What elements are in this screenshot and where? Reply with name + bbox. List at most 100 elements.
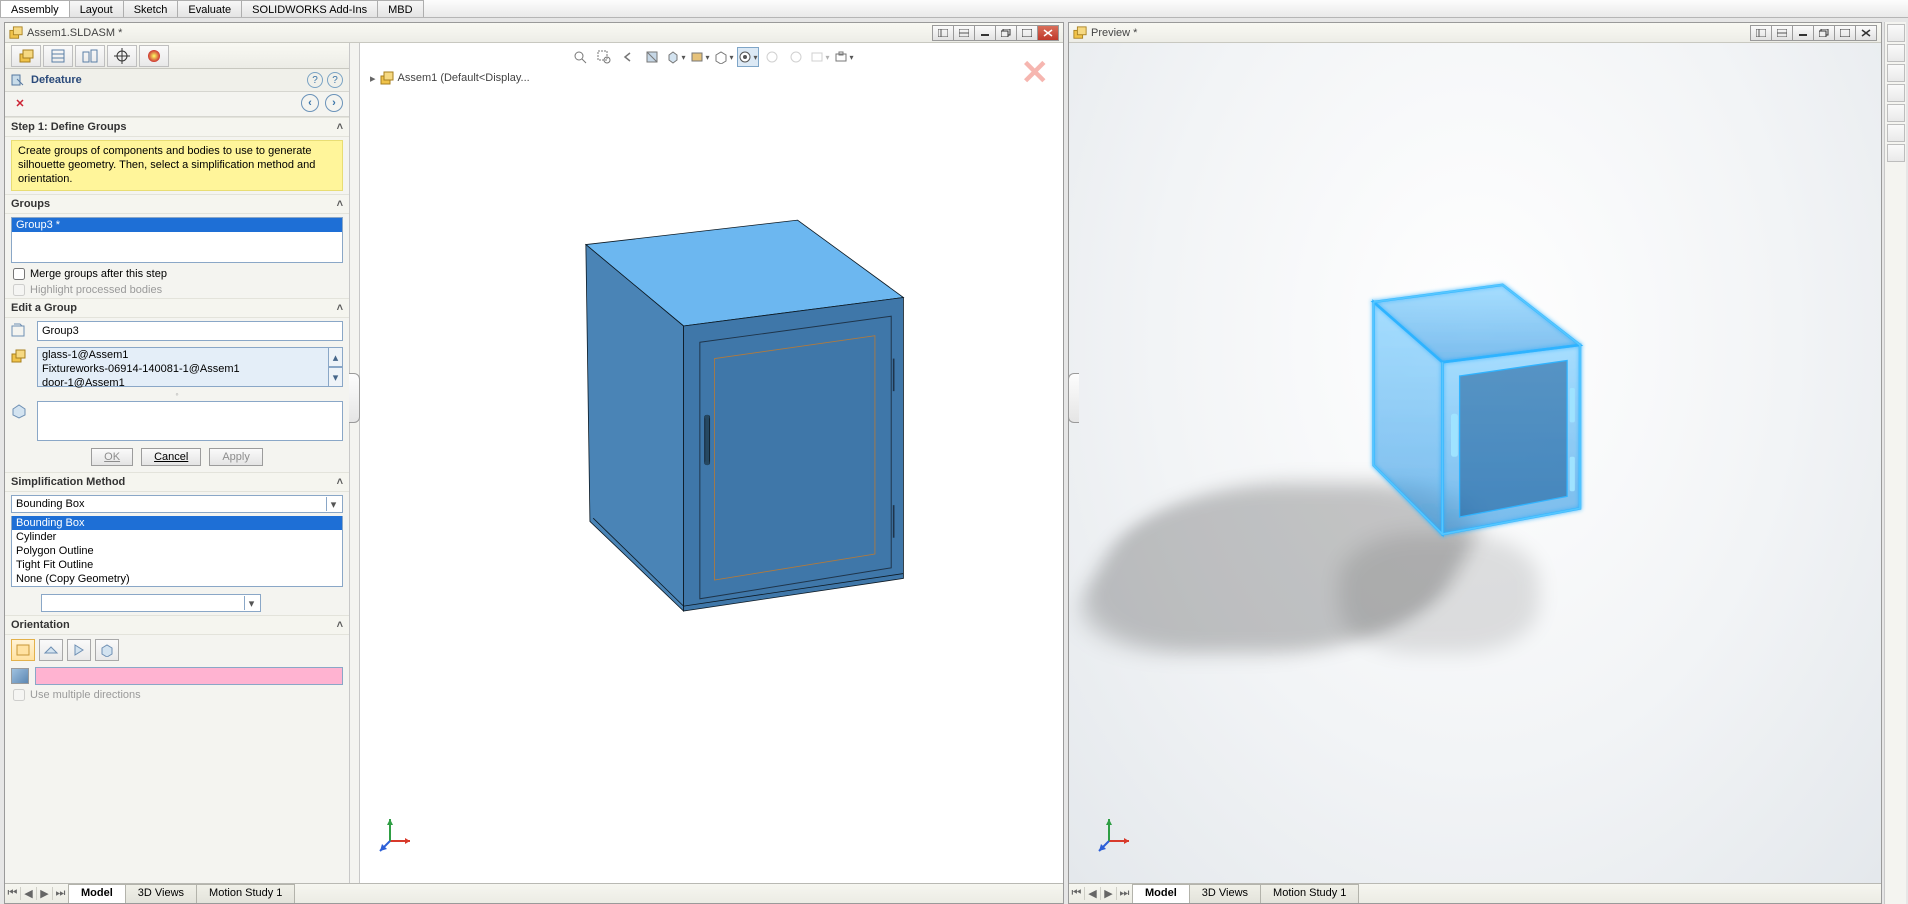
collapse-icon[interactable]: ˄ [337, 121, 343, 133]
tab-nav-prev[interactable]: ◀ [21, 887, 37, 900]
view-triad[interactable] [1097, 817, 1133, 853]
rail-design-library-icon[interactable] [1887, 64, 1905, 82]
step-instruction: Create groups of components and bodies t… [11, 140, 343, 191]
list-item[interactable]: Group3 * [12, 218, 342, 232]
help-icon[interactable]: ? [327, 72, 343, 88]
groups-list[interactable]: Group3 * [11, 217, 343, 263]
tab-nav-next[interactable]: ▶ [1101, 887, 1117, 900]
tab-nav-last[interactable]: ⏭ [1117, 887, 1133, 900]
group-name-input[interactable] [37, 321, 343, 341]
simplification-dropdown[interactable]: Bounding Box Cylinder Polygon Outline Ti… [11, 516, 343, 587]
merge-groups-check[interactable]: Merge groups after this step [5, 266, 349, 282]
model-viewport[interactable]: ▾ ▾ ▾ ▾ ▾ ▾ ▸ Assem1 (Default<Display... [360, 43, 1063, 883]
ok-button[interactable]: OK [91, 448, 133, 466]
bottom-tab-3dviews[interactable]: 3D Views [125, 884, 197, 903]
ribbon-tab-layout[interactable]: Layout [69, 0, 124, 17]
list-item[interactable]: door-1@Assem1 [38, 376, 328, 390]
orient-top[interactable] [39, 639, 63, 661]
dropdown-option[interactable]: Cylinder [12, 530, 342, 544]
tab-property-manager[interactable] [43, 45, 73, 67]
cancel-feature-icon[interactable]: ✕ [11, 97, 29, 110]
dropdown-option[interactable]: Tight Fit Outline [12, 558, 342, 572]
apply-button[interactable]: Apply [209, 448, 263, 466]
ribbon-tab-mbd[interactable]: MBD [377, 0, 423, 17]
win-restore[interactable] [1813, 25, 1835, 41]
tab-nav-first[interactable]: ⏮ [5, 887, 21, 900]
ribbon-tab-addins[interactable]: SOLIDWORKS Add-Ins [241, 0, 378, 17]
scroll-down-icon[interactable]: ▾ [329, 367, 343, 387]
orient-front[interactable] [11, 639, 35, 661]
collapse-icon[interactable]: ˄ [337, 619, 343, 631]
feature-name: Defeature [31, 74, 303, 86]
components-list[interactable]: glass-1@Assem1 Fixtureworks-06914-140081… [37, 347, 329, 387]
plane-swatch[interactable] [11, 668, 29, 684]
next-step-button[interactable]: › [325, 94, 343, 112]
view-triad[interactable] [378, 817, 414, 853]
rail-home-icon[interactable] [1887, 24, 1905, 42]
bottom-tab-3dviews[interactable]: 3D Views [1189, 884, 1261, 903]
win-btn-b[interactable] [1771, 25, 1793, 41]
win-minimize[interactable] [1792, 25, 1814, 41]
scroll-up-icon[interactable]: ▴ [329, 347, 343, 367]
bodies-list[interactable] [37, 401, 343, 441]
ribbon-tab-assembly[interactable]: Assembly [0, 0, 70, 17]
win-close[interactable] [1855, 25, 1877, 41]
tab-nav-first[interactable]: ⏮ [1069, 887, 1085, 900]
win-maximize[interactable] [1834, 25, 1856, 41]
dropdown-option[interactable]: Polygon Outline [12, 544, 342, 558]
prev-step-button[interactable]: ‹ [301, 94, 319, 112]
list-item[interactable]: glass-1@Assem1 [38, 348, 328, 362]
collapse-icon[interactable]: ˄ [337, 302, 343, 314]
preview-viewport[interactable] [1069, 43, 1881, 883]
ribbon-tab-evaluate[interactable]: Evaluate [177, 0, 242, 17]
breadcrumb-expand-icon[interactable]: ▸ [370, 72, 376, 85]
feature-action-row: ✕ ‹ › [5, 92, 349, 117]
tab-nav-prev[interactable]: ◀ [1085, 887, 1101, 900]
rail-view-palette-icon[interactable] [1887, 104, 1905, 122]
win-btn-a[interactable] [1750, 25, 1772, 41]
tab-dimxpert[interactable] [107, 45, 137, 67]
tab-config-manager[interactable] [75, 45, 105, 67]
help-tips-icon[interactable]: ? [307, 72, 323, 88]
bottom-tab-motion[interactable]: Motion Study 1 [1260, 884, 1359, 903]
groups-header: Groups˄ [5, 194, 349, 214]
bottom-tab-model[interactable]: Model [1132, 884, 1190, 903]
win-btn-b[interactable] [953, 25, 975, 41]
collapse-icon[interactable]: ˄ [337, 476, 343, 488]
win-restore[interactable] [995, 25, 1017, 41]
model-render [480, 63, 1050, 703]
rail-file-explorer-icon[interactable] [1887, 84, 1905, 102]
win-maximize[interactable] [1016, 25, 1038, 41]
merge-groups-checkbox[interactable] [13, 268, 25, 280]
preview-window: Preview * [1068, 22, 1882, 904]
list-item[interactable]: Fixtureworks-06914-140081-1@Assem1 [38, 362, 328, 376]
tab-nav-last[interactable]: ⏭ [53, 887, 69, 900]
tab-nav-next[interactable]: ▶ [37, 887, 53, 900]
rail-appearances-icon[interactable] [1887, 124, 1905, 142]
cancel-button[interactable]: Cancel [141, 448, 201, 466]
bottom-tab-motion[interactable]: Motion Study 1 [196, 884, 295, 903]
orient-right[interactable] [67, 639, 91, 661]
flyout-handle[interactable] [1069, 373, 1079, 423]
win-btn-a[interactable] [932, 25, 954, 41]
simplification-select[interactable]: Bounding Box ▾ [11, 495, 343, 513]
flyout-handle[interactable] [349, 373, 360, 423]
color-field[interactable] [35, 667, 343, 685]
panel-tab-toolbar [5, 43, 349, 69]
dropdown-option[interactable]: None (Copy Geometry) [12, 572, 342, 586]
property-manager: Defeature ? ? ✕ ‹ › Step 1: Define Group… [5, 43, 350, 883]
tab-display-manager[interactable] [139, 45, 169, 67]
dropdown-option[interactable]: Bounding Box [12, 516, 342, 530]
win-minimize[interactable] [974, 25, 996, 41]
rail-resources-icon[interactable] [1887, 44, 1905, 62]
rail-custom-props-icon[interactable] [1887, 144, 1905, 162]
task-pane-rail [1884, 22, 1906, 904]
secondary-select[interactable]: ▾ [41, 594, 261, 612]
orient-iso[interactable] [95, 639, 119, 661]
tab-feature-manager[interactable] [11, 45, 41, 67]
ribbon-tab-sketch[interactable]: Sketch [123, 0, 179, 17]
splitter-handle[interactable]: ◦ [5, 390, 349, 398]
collapse-icon[interactable]: ˄ [337, 198, 343, 210]
bottom-tab-model[interactable]: Model [68, 884, 126, 903]
win-close[interactable] [1037, 25, 1059, 41]
